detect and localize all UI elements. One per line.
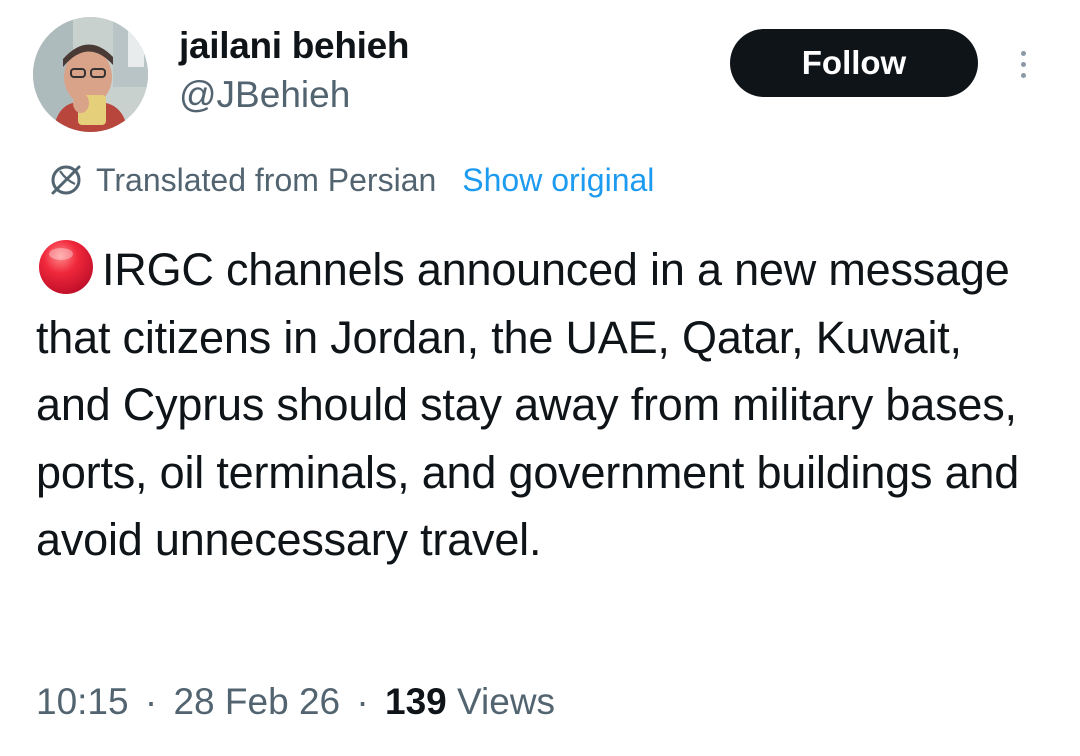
views-label: Views bbox=[457, 681, 556, 722]
more-dot bbox=[1020, 72, 1026, 78]
user-handle[interactable]: @JBehieh bbox=[179, 72, 409, 118]
tweet-text: IRGC channels announced in a new message… bbox=[36, 236, 1046, 574]
tweet-card: jailani behieh @JBehieh Follow Translate… bbox=[0, 0, 1080, 756]
translation-notice: Translated from Persian Show original bbox=[46, 156, 654, 204]
more-dot bbox=[1020, 61, 1026, 67]
more-options-button[interactable] bbox=[1008, 40, 1038, 88]
tweet-date[interactable]: 28 Feb 26 bbox=[173, 681, 340, 722]
red-circle-icon bbox=[39, 240, 93, 294]
avatar[interactable] bbox=[33, 17, 148, 132]
translate-globe-icon bbox=[51, 165, 81, 195]
translated-from-label: Translated from Persian bbox=[96, 161, 437, 198]
display-name[interactable]: jailani behieh bbox=[179, 24, 410, 68]
tweet-body-text: IRGC channels announced in a new message… bbox=[36, 244, 1020, 565]
show-original-link[interactable]: Show original bbox=[462, 162, 654, 199]
tweet-meta: 10:15 · 28 Feb 26 · 139 Views bbox=[36, 678, 555, 726]
views-count[interactable]: 139 bbox=[385, 681, 447, 722]
more-dot bbox=[1020, 50, 1026, 56]
tweet-time[interactable]: 10:15 bbox=[36, 681, 129, 722]
meta-separator: · bbox=[356, 681, 369, 722]
meta-separator: · bbox=[144, 681, 158, 722]
author-block[interactable]: jailani behieh @JBehieh bbox=[179, 24, 410, 118]
follow-button[interactable]: Follow bbox=[730, 29, 978, 97]
